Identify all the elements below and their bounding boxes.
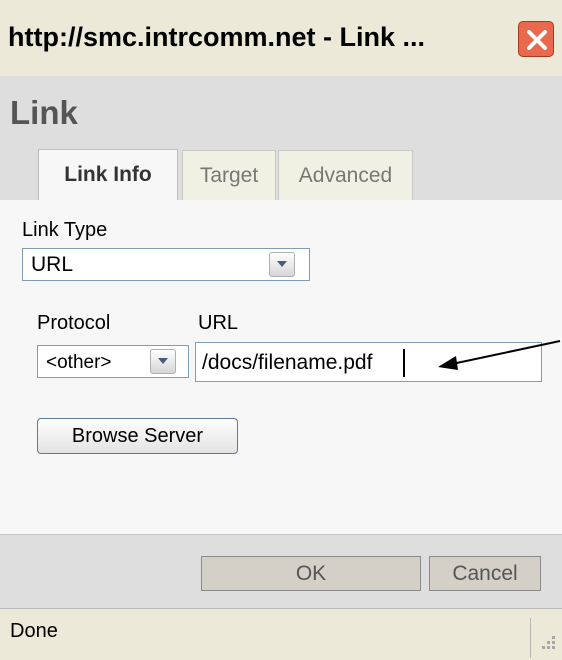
url-value: /docs/filename.pdf: [202, 351, 373, 374]
window-title: http://smc.intrcomm.net - Link ...: [8, 22, 426, 52]
browse-server-button[interactable]: Browse Server: [37, 418, 238, 454]
protocol-select[interactable]: <other>: [37, 345, 189, 378]
protocol-value: <other>: [46, 352, 112, 373]
protocol-label: Protocol: [37, 312, 111, 334]
resize-grip-icon[interactable]: [538, 632, 558, 654]
tab-target[interactable]: Target: [182, 150, 276, 200]
ok-button[interactable]: OK: [201, 556, 421, 591]
link-type-select[interactable]: URL: [22, 248, 310, 281]
close-icon: [527, 30, 547, 50]
dialog-heading: Link: [10, 94, 78, 131]
chevron-down-icon[interactable]: [269, 252, 295, 277]
url-input[interactable]: /docs/filename.pdf: [195, 342, 542, 382]
text-cursor: [403, 349, 405, 377]
status-bar: [0, 608, 562, 660]
link-type-value: URL: [31, 253, 74, 276]
tab-advanced[interactable]: Advanced: [278, 150, 413, 200]
status-divider: [530, 618, 531, 658]
chevron-down-icon[interactable]: [150, 349, 176, 374]
link-type-label: Link Type: [22, 219, 108, 241]
status-text: Done: [10, 620, 58, 642]
tab-link-info[interactable]: Link Info: [38, 149, 178, 200]
cancel-button[interactable]: Cancel: [429, 556, 541, 591]
url-label: URL: [198, 312, 239, 334]
close-button[interactable]: [518, 21, 554, 57]
